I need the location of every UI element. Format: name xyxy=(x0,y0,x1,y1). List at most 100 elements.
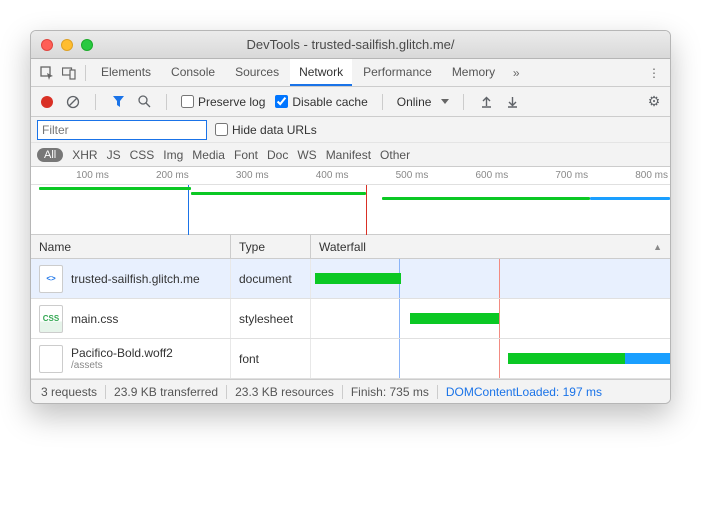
status-requests: 3 requests xyxy=(41,385,106,399)
tab-elements[interactable]: Elements xyxy=(92,59,160,86)
tick: 300 ms xyxy=(191,167,271,184)
preserve-log-input[interactable] xyxy=(181,95,194,108)
waterfall-bar xyxy=(315,273,400,284)
disable-cache-label: Disable cache xyxy=(292,95,367,109)
kebab-menu-icon[interactable]: ⋮ xyxy=(644,63,664,83)
load-marker xyxy=(366,185,367,235)
cell-waterfall xyxy=(311,299,670,338)
search-icon[interactable] xyxy=(136,94,152,110)
separator xyxy=(463,94,464,110)
tab-console[interactable]: Console xyxy=(162,59,224,86)
hide-data-urls-label: Hide data URLs xyxy=(232,123,317,137)
load-marker xyxy=(499,299,500,338)
separator xyxy=(95,94,96,110)
network-toolbar: Preserve log Disable cache Online ⚙ xyxy=(31,87,670,117)
filter-input[interactable] xyxy=(37,120,207,140)
settings-icon[interactable]: ⚙ xyxy=(646,94,662,110)
record-button[interactable] xyxy=(39,94,55,110)
cell-waterfall xyxy=(311,339,670,378)
type-doc[interactable]: Doc xyxy=(267,148,288,162)
type-xhr[interactable]: XHR xyxy=(72,148,97,162)
disable-cache-checkbox[interactable]: Disable cache xyxy=(275,95,367,109)
type-ws[interactable]: WS xyxy=(297,148,316,162)
overview-bar xyxy=(382,197,590,200)
table-row[interactable]: Pacifico-Bold.woff2 /assets font xyxy=(31,339,670,379)
css-file-icon: CSS xyxy=(39,305,63,333)
status-transferred: 23.9 KB transferred xyxy=(106,385,227,399)
dcl-marker xyxy=(188,185,189,235)
tick: 200 ms xyxy=(111,167,191,184)
overview-timeline[interactable]: 100 ms 200 ms 300 ms 400 ms 500 ms 600 m… xyxy=(31,167,670,235)
window-title: DevTools - trusted-sailfish.glitch.me/ xyxy=(31,37,670,52)
chevron-down-icon xyxy=(441,99,449,104)
more-tabs-icon[interactable]: » xyxy=(506,63,526,83)
type-img[interactable]: Img xyxy=(163,148,183,162)
cell-type: stylesheet xyxy=(231,299,311,338)
type-font[interactable]: Font xyxy=(234,148,258,162)
throttle-value: Online xyxy=(397,95,432,109)
col-type[interactable]: Type xyxy=(231,235,311,258)
hide-data-urls-checkbox[interactable]: Hide data URLs xyxy=(215,123,317,137)
tick: 500 ms xyxy=(351,167,431,184)
cell-type: document xyxy=(231,259,311,298)
col-name[interactable]: Name xyxy=(31,235,231,258)
load-marker xyxy=(499,339,500,378)
type-js[interactable]: JS xyxy=(107,148,121,162)
load-marker xyxy=(499,259,500,298)
tab-performance[interactable]: Performance xyxy=(354,59,441,86)
font-file-icon xyxy=(39,345,63,373)
tick: 100 ms xyxy=(31,167,111,184)
waterfall-bar xyxy=(410,313,500,324)
type-css[interactable]: CSS xyxy=(130,148,155,162)
sort-asc-icon: ▲ xyxy=(653,242,662,252)
tick: 800 ms xyxy=(590,167,670,184)
tick: 600 ms xyxy=(430,167,510,184)
hide-data-urls-input[interactable] xyxy=(215,123,228,136)
separator xyxy=(166,94,167,110)
dcl-marker xyxy=(399,339,400,378)
separator xyxy=(85,65,86,81)
device-toolbar-icon[interactable] xyxy=(59,63,79,83)
status-resources: 23.3 KB resources xyxy=(227,385,343,399)
download-har-icon[interactable] xyxy=(504,94,520,110)
request-path: /assets xyxy=(71,360,173,371)
type-manifest[interactable]: Manifest xyxy=(326,148,371,162)
tab-network[interactable]: Network xyxy=(290,59,352,86)
waterfall-bar xyxy=(625,353,670,364)
table-row[interactable]: <> trusted-sailfish.glitch.me document xyxy=(31,259,670,299)
tab-memory[interactable]: Memory xyxy=(443,59,504,86)
tick: 700 ms xyxy=(510,167,590,184)
clear-icon[interactable] xyxy=(65,94,81,110)
request-name: main.css xyxy=(71,312,118,326)
waterfall-bar xyxy=(508,353,625,364)
separator xyxy=(382,94,383,110)
overview-bar xyxy=(590,197,670,200)
disable-cache-input[interactable] xyxy=(275,95,288,108)
resource-type-filters: All XHR JS CSS Img Media Font Doc WS Man… xyxy=(31,143,670,167)
col-waterfall[interactable]: Waterfall▲ xyxy=(311,235,670,258)
throttle-select[interactable]: Online xyxy=(397,95,450,109)
preserve-log-label: Preserve log xyxy=(198,95,265,109)
cell-waterfall xyxy=(311,259,670,298)
upload-har-icon[interactable] xyxy=(478,94,494,110)
status-dcl: DOMContentLoaded: 197 ms xyxy=(438,385,610,399)
type-media[interactable]: Media xyxy=(192,148,225,162)
table-row[interactable]: CSS main.css stylesheet xyxy=(31,299,670,339)
cell-type: font xyxy=(231,339,311,378)
overview-body xyxy=(31,185,670,235)
tab-sources[interactable]: Sources xyxy=(226,59,288,86)
type-other[interactable]: Other xyxy=(380,148,410,162)
overview-bar xyxy=(191,192,367,195)
inspect-element-icon[interactable] xyxy=(37,63,57,83)
tick: 400 ms xyxy=(271,167,351,184)
requests-header: Name Type Waterfall▲ xyxy=(31,235,670,259)
status-finish: Finish: 735 ms xyxy=(343,385,438,399)
request-name: Pacifico-Bold.woff2 xyxy=(71,346,173,360)
titlebar: DevTools - trusted-sailfish.glitch.me/ xyxy=(31,31,670,59)
cell-name: CSS main.css xyxy=(31,299,231,338)
filter-bar: Hide data URLs xyxy=(31,117,670,143)
filter-icon[interactable] xyxy=(110,94,126,110)
preserve-log-checkbox[interactable]: Preserve log xyxy=(181,95,265,109)
type-all[interactable]: All xyxy=(37,148,63,162)
dcl-marker xyxy=(399,299,400,338)
